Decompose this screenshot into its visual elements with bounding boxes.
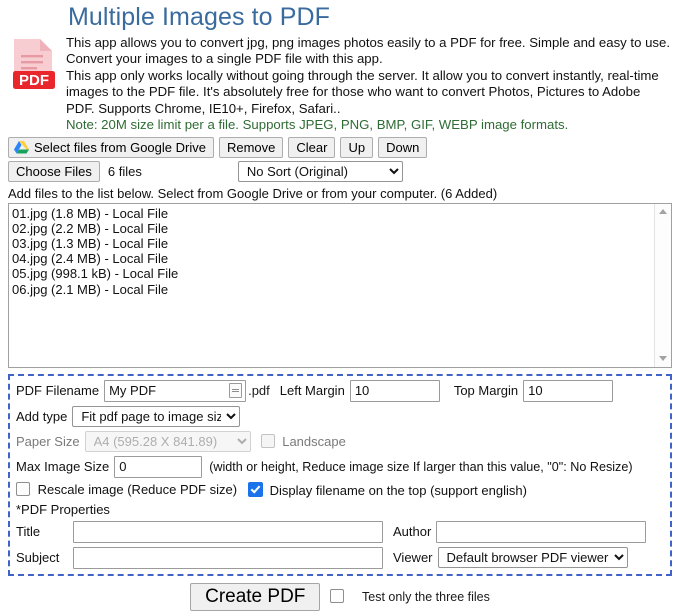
subject-label: Subject	[16, 550, 60, 565]
clear-button[interactable]: Clear	[288, 136, 336, 158]
test-only-three-files-checkbox[interactable]	[330, 589, 345, 603]
file-list-scrollbar[interactable]	[654, 203, 671, 367]
page-title: Multiple Images to PDF	[68, 3, 331, 31]
title-author-row: Title Author	[16, 520, 664, 543]
left-margin-input[interactable]	[349, 379, 440, 402]
file-list[interactable]: 01.jpg (1.8 MB) - Local File 02.jpg (2.2…	[9, 204, 654, 367]
landscape-checkbox[interactable]	[260, 433, 275, 448]
add-type-select[interactable]: Fit pdf page to image size	[72, 405, 241, 427]
autofill-icon[interactable]	[229, 382, 243, 398]
left-margin-label: Left Margin	[279, 383, 345, 398]
list-item[interactable]: 06.jpg (2.1 MB) - Local File	[12, 282, 654, 297]
add-type-row: Add type Fit pdf page to image size	[16, 405, 664, 427]
page-header: Multiple Images to PDF PDF This app allo…	[0, 0, 680, 134]
display-filename-label: Display filename on the top (support eng…	[269, 482, 527, 498]
svg-text:PDF: PDF	[19, 72, 49, 89]
paper-size-select[interactable]: A4 (595.28 X 841.89)	[84, 430, 251, 452]
pdf-title-input[interactable]	[73, 520, 383, 543]
add-type-label: Add type	[16, 408, 68, 424]
add-files-hint: Add files to the list below. Select from…	[8, 185, 498, 201]
google-drive-icon	[14, 140, 29, 154]
scrollbar-track[interactable]	[655, 219, 671, 351]
max-image-size-row: Max Image Size (width or height, Reduce …	[16, 455, 664, 478]
top-margin-input[interactable]	[523, 379, 614, 402]
pdf-options-panel: PDF Filename .pdf Left Margin Top Margin…	[8, 373, 672, 576]
landscape-label: Landscape	[282, 433, 346, 449]
pdf-subject-input[interactable]	[73, 546, 383, 569]
max-image-size-input[interactable]	[114, 455, 203, 478]
select-from-google-drive-label: Select files from Google Drive	[34, 139, 206, 155]
scroll-down-arrow-icon[interactable]	[655, 351, 671, 367]
author-label: Author	[393, 524, 432, 539]
create-pdf-button[interactable]: Create PDF	[190, 582, 321, 611]
select-from-google-drive-button[interactable]: Select files from Google Drive	[8, 136, 214, 158]
move-up-button[interactable]: Up	[340, 136, 374, 158]
list-item[interactable]: 05.jpg (998.1 kB) - Local File	[12, 266, 654, 281]
top-margin-label: Top Margin	[453, 383, 519, 398]
sort-order-select[interactable]: No Sort (Original)	[237, 160, 403, 182]
remove-button[interactable]: Remove	[218, 136, 284, 158]
file-toolbar: Select files from Google Drive Remove Cl…	[0, 134, 680, 203]
intro-paragraph-2: This app only works locally without goin…	[66, 67, 659, 116]
scroll-up-arrow-icon[interactable]	[655, 204, 671, 220]
title-label: Title	[16, 524, 41, 539]
intro-paragraph-1: This app allows you to convert jpg, png …	[66, 34, 671, 67]
list-item[interactable]: 01.jpg (1.8 MB) - Local File	[12, 206, 654, 221]
pdf-filename-label: PDF Filename	[16, 383, 100, 398]
pdf-file-icon: PDF	[8, 35, 60, 93]
viewer-label: Viewer	[393, 550, 433, 565]
filename-and-margins-row: PDF Filename .pdf Left Margin Top Margin	[16, 379, 664, 402]
selected-file-count: 6 files	[107, 163, 142, 179]
landscape-checkbox-wrap[interactable]: Landscape	[260, 433, 351, 449]
pdf-filename-extension: .pdf	[248, 383, 270, 398]
choose-files-button[interactable]: Choose Files	[8, 160, 100, 182]
list-item[interactable]: 03.jpg (1.3 MB) - Local File	[12, 236, 654, 251]
pdf-filename-field-wrap	[104, 379, 247, 402]
display-filename-checkbox[interactable]	[248, 481, 264, 497]
paper-size-label: Paper Size	[16, 433, 80, 449]
max-image-size-hint: (width or height, Reduce image size If l…	[209, 459, 633, 474]
pdf-properties-heading-row: *PDF Properties	[16, 502, 664, 517]
pdf-properties-label: *PDF Properties	[16, 501, 110, 517]
viewer-select[interactable]: Default browser PDF viewer	[437, 547, 628, 568]
rescale-image-checkbox[interactable]	[16, 482, 30, 496]
footer-actions: Create PDF Test only the three files	[0, 582, 680, 611]
list-item[interactable]: 02.jpg (2.2 MB) - Local File	[12, 221, 654, 236]
display-filename-checkbox-wrap[interactable]: Display filename on the top (support eng…	[248, 481, 532, 498]
subject-viewer-row: Subject Viewer Default browser PDF viewe…	[16, 546, 664, 569]
test-only-three-files-label: Test only the three files	[362, 590, 490, 604]
intro-block: PDF This app allows you to convert jpg, …	[8, 34, 672, 134]
toolbar-row-2: Choose Files 6 files No Sort (Original)	[8, 160, 672, 182]
rescale-image-label: Rescale image (Reduce PDF size)	[37, 482, 238, 497]
toolbar-row-1: Select files from Google Drive Remove Cl…	[8, 136, 672, 158]
test-only-checkbox-wrap[interactable]: Test only the three files	[330, 589, 490, 604]
paper-size-row: Paper Size A4 (595.28 X 841.89) Landscap…	[16, 430, 664, 452]
pdf-author-input[interactable]	[436, 520, 647, 543]
rescale-checkbox-wrap[interactable]: Rescale image (Reduce PDF size)	[16, 482, 242, 497]
intro-note: Note: 20M size limit per a file. Support…	[66, 117, 569, 132]
intro-text: This app allows you to convert jpg, png …	[66, 34, 672, 134]
checkbox-row: Rescale image (Reduce PDF size) Display …	[16, 481, 664, 498]
max-image-size-label: Max Image Size	[16, 459, 110, 474]
pdf-filename-input[interactable]	[104, 379, 247, 402]
list-item[interactable]: 04.jpg (2.4 MB) - Local File	[12, 251, 654, 266]
move-down-button[interactable]: Down	[378, 136, 428, 158]
file-list-box[interactable]: 01.jpg (1.8 MB) - Local File 02.jpg (2.2…	[8, 202, 672, 368]
